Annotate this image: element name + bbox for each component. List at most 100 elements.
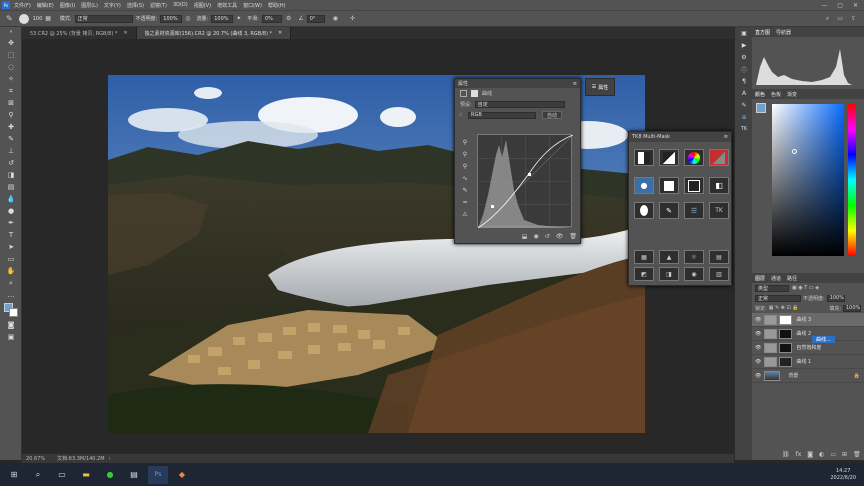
crop-tool-icon[interactable]: ⌗ [0,85,22,97]
lasso-tool-icon[interactable]: ◌ [0,61,22,73]
layer-mask-thumb[interactable] [779,342,793,353]
tk-tool-button[interactable]: ▥ [709,267,729,281]
blend-mode-select[interactable]: 正常 [755,294,801,302]
foreground-color-swatch[interactable] [756,103,766,113]
photoshop-taskbar-icon[interactable]: Ps [148,465,168,484]
tab-swatches[interactable]: 色板 [771,91,781,98]
view-previous-icon[interactable]: ◉ [533,233,538,240]
white-point-eyedropper-icon[interactable]: ⚲ [458,161,472,173]
tk-mask-button[interactable]: ◧ [709,177,729,194]
tk-tool-button[interactable]: ▲ [659,250,679,264]
quick-select-tool-icon[interactable]: ✧ [0,73,22,85]
tk-tool-button[interactable]: ◩ [634,267,654,281]
close-icon[interactable]: ✕ [853,2,858,9]
pressure-opacity-icon[interactable]: ◎ [185,15,190,22]
hue-slider[interactable] [848,104,856,256]
tk-mask-button[interactable] [659,177,679,194]
brush-tool-icon[interactable]: ✎ [0,133,22,145]
gradient-tool-icon[interactable]: ▤ [0,181,22,193]
panel-menu-icon[interactable]: ≡ [573,81,577,87]
tab-layers[interactable]: 图层 [755,275,765,282]
marquee-tool-icon[interactable]: ⬚ [0,49,22,61]
menu-item[interactable]: 文字(Y) [104,2,121,9]
fx-icon[interactable]: fx [796,451,802,458]
hand-tool-icon[interactable]: ✋ [0,265,22,277]
tk-tool-button[interactable]: ☼ [684,250,704,264]
panel-menu-icon[interactable]: ≡ [724,134,728,140]
browser-icon[interactable]: ● [100,466,120,484]
visibility-icon[interactable]: 👁 [755,359,761,365]
pressure-size-icon[interactable]: ◉ [333,15,338,22]
tab-document-1[interactable]: 53.CR2 @ 25% (背景 拷贝, RGB/8) * ✕ [22,27,137,39]
tk-color-mask-button[interactable] [684,149,704,166]
tk-mask-button[interactable] [684,177,704,194]
clip-to-layer-icon[interactable]: ⬓ [522,233,528,240]
menu-item[interactable]: 文件(F) [14,2,31,9]
brush-panel-icon[interactable]: ▦ [45,15,51,22]
menu-item[interactable]: 编辑(E) [37,2,54,9]
new-layer-icon[interactable]: ⊞ [842,451,847,458]
tk-tool-button[interactable]: ◉ [684,267,704,281]
properties-tab[interactable]: ☰ 属性 [585,78,615,96]
layer-row[interactable]: 👁 曲线 3 [752,313,864,327]
maximize-icon[interactable]: ▢ [837,2,843,9]
menu-item[interactable]: 选择(S) [127,2,144,9]
zoom-tool-icon[interactable]: ⌕ [0,277,22,289]
play-icon[interactable]: ▶ [735,39,753,51]
task-view-icon[interactable]: ▭ [52,466,72,484]
new-group-icon[interactable]: ▭ [830,451,836,458]
menu-item[interactable]: 帮助(H) [268,2,286,9]
link-layers-icon[interactable]: ⛓ [782,451,790,458]
settings-icon[interactable]: ⚙ [735,51,753,63]
brush-settings-icon[interactable]: ✎ [735,99,753,111]
windows-start-icon[interactable]: ⊞ [4,466,24,484]
lock-icons[interactable]: ▦ ✎ ✥ ⊡ 🔒 [769,305,799,311]
layer-opacity-field[interactable]: 100% [826,294,845,302]
menu-item[interactable]: 视图(V) [194,2,211,9]
folder-icon[interactable]: ▤ [124,466,144,484]
character-icon[interactable]: A [735,87,753,99]
visibility-icon[interactable]: 👁 [755,317,761,323]
brush-tool-icon[interactable]: ✎ [6,14,13,23]
symmetry-icon[interactable]: ✢ [350,15,355,22]
frame-tool-icon[interactable]: ⊠ [0,97,22,109]
visibility-icon[interactable]: 👁 [755,373,761,379]
search-icon[interactable]: ⌕ [28,466,48,484]
filter-icons[interactable]: ▣ ◉ T ▭ ◈ [792,285,819,291]
tk-mask-button[interactable] [634,149,654,166]
menu-item[interactable]: 滤镜(T) [150,2,167,9]
curves-graph[interactable] [477,134,574,229]
pen-tool-icon[interactable]: ✒ [0,217,22,229]
layer-filter-select[interactable]: 类型 [755,284,789,292]
screen-mode-icon[interactable]: ▣ [0,331,22,343]
channel-select[interactable]: RGB [468,111,537,119]
tk-mask-button[interactable]: ✎ [659,202,679,219]
tab-gradients[interactable]: 渐变 [787,91,797,98]
tab-paths[interactable]: 路径 [787,275,797,282]
menu-item[interactable]: 图像(I) [60,2,75,9]
layer-mask-thumb[interactable] [779,356,793,367]
black-point-eyedropper-icon[interactable]: ⚲ [458,137,472,149]
tk-plugin-icon[interactable]: TK [735,123,753,135]
eyedropper-tool-icon[interactable]: ⚲ [0,109,22,121]
tk-logo-button[interactable]: TK [709,202,729,219]
tk-mask-button[interactable] [709,149,729,166]
blur-tool-icon[interactable]: 💧 [0,193,22,205]
curve-edit-icon[interactable]: ∿ [458,173,472,185]
new-adjustment-icon[interactable]: ◐ [819,451,824,458]
auto-button[interactable]: 自动 [542,111,563,119]
mask-icon[interactable] [471,90,478,97]
tab-channels[interactable]: 通道 [771,275,781,282]
reset-icon[interactable]: ↺ [545,233,550,240]
tk-person-button[interactable]: ● [634,177,654,194]
flow-field[interactable]: 100% [211,14,234,23]
eraser-tool-icon[interactable]: ◨ [0,169,22,181]
tab-document-2[interactable]: 独之素材资源库(156).CR2 @ 20.7% (曲线 3, RGB/8) *… [136,27,292,39]
dodge-tool-icon[interactable]: ● [0,205,22,217]
color-picker-field[interactable] [772,104,844,256]
more-tools-icon[interactable]: … [0,289,22,301]
visibility-icon[interactable]: 👁 [755,345,761,351]
stamp-tool-icon[interactable]: ⊥ [0,145,22,157]
path-select-tool-icon[interactable]: ➤ [0,241,22,253]
menu-item[interactable]: 增效工具 [217,2,237,9]
